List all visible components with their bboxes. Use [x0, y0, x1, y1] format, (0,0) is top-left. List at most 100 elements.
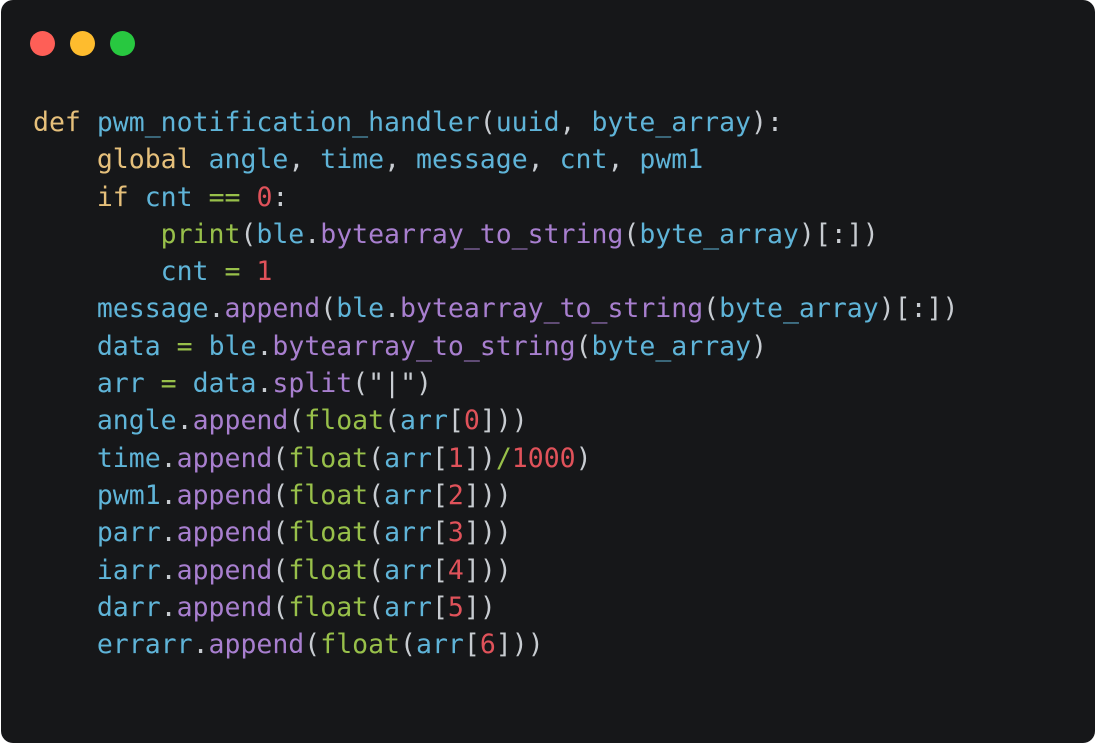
- code-token: float: [320, 629, 401, 661]
- code-line: message.append(ble.bytearray_to_string(b…: [33, 290, 959, 327]
- code-token: [: [431, 591, 448, 623]
- code-token: uuid: [495, 107, 560, 138]
- code-line: parr.append(float(arr[3])): [33, 514, 958, 551]
- close-button[interactable]: [30, 31, 55, 56]
- code-token: append: [208, 629, 305, 661]
- code-token: (: [288, 405, 305, 437]
- code-token: (: [272, 442, 289, 474]
- zoom-button[interactable]: [110, 31, 135, 56]
- code-token: cnt: [144, 181, 193, 213]
- code-line: arr = data.split("|"): [33, 365, 958, 402]
- code-token: )[:]): [878, 293, 959, 325]
- code-token: )[:]): [798, 218, 879, 250]
- code-line: errarr.append(float(arr[6])): [33, 626, 958, 663]
- code-token: parr: [96, 517, 161, 549]
- code-token: float: [288, 554, 369, 586]
- code-token: (: [272, 517, 289, 549]
- code-line: pwm1.append(float(arr[2])): [33, 477, 958, 514]
- code-token: (: [352, 368, 369, 400]
- code-token: (: [320, 293, 337, 325]
- code-token: arr: [384, 442, 432, 474]
- code-token: pwm1: [96, 479, 161, 511]
- code-token: append: [176, 479, 273, 511]
- code-token: arr: [400, 405, 448, 437]
- code-token: time: [96, 442, 161, 474]
- code-block: def pwm_notification_handler(uuid, byte_…: [33, 104, 958, 663]
- code-token: float: [288, 517, 369, 549]
- code-token: byte_array: [639, 218, 799, 250]
- code-token: (: [384, 405, 401, 437]
- code-line: def pwm_notification_handler(uuid, byte_…: [33, 104, 958, 141]
- code-token: float: [288, 479, 369, 511]
- code-token: pwm_notification_handler: [96, 107, 480, 138]
- code-token: .: [208, 293, 225, 325]
- code-token: byte_array: [719, 293, 879, 325]
- code-token: data: [192, 368, 257, 400]
- code-token: ]): [463, 442, 496, 474]
- code-token: 1: [447, 442, 464, 474]
- code-token: (: [368, 554, 385, 586]
- code-token: .: [160, 591, 177, 623]
- code-token: =: [224, 256, 241, 288]
- code-token: ,: [607, 144, 640, 176]
- code-window: def pwm_notification_handler(uuid, byte_…: [1, 0, 1095, 743]
- code-token: append: [224, 293, 321, 325]
- code-token: append: [176, 591, 273, 623]
- code-token: ): [416, 368, 432, 400]
- code-line: darr.append(float(arr[5]): [33, 589, 958, 626]
- code-line: data = ble.bytearray_to_string(byte_arra…: [33, 328, 958, 365]
- code-token: print: [160, 218, 241, 250]
- code-token: bytearray_to_string: [272, 330, 576, 362]
- code-token: (: [240, 218, 257, 250]
- code-token: "|": [368, 368, 417, 400]
- code-token: append: [192, 405, 289, 437]
- code-token: (: [368, 591, 385, 623]
- code-token: (: [623, 218, 640, 250]
- code-token: bytearray_to_string: [320, 218, 624, 250]
- code-token: [: [431, 442, 448, 474]
- code-token: ]): [463, 591, 496, 623]
- code-token: angle: [208, 144, 289, 176]
- code-token: append: [176, 442, 273, 474]
- code-line: iarr.append(float(arr[4])): [33, 552, 958, 589]
- code-token: .: [256, 368, 273, 400]
- code-token: (: [272, 554, 289, 586]
- code-token: 0: [463, 405, 480, 437]
- window-controls: [30, 31, 135, 56]
- code-token: [: [431, 479, 448, 511]
- code-token: float: [288, 591, 369, 623]
- code-token: iarr: [96, 554, 161, 586]
- code-token: .: [384, 293, 401, 325]
- minimize-button[interactable]: [70, 31, 95, 56]
- code-token: .: [160, 517, 177, 549]
- code-token: message: [415, 144, 528, 176]
- code-token: [: [463, 629, 480, 661]
- code-token: =: [160, 368, 177, 400]
- code-token: 1: [256, 256, 273, 288]
- code-token: angle: [96, 405, 177, 437]
- code-token: data: [96, 330, 161, 362]
- code-token: ble: [336, 293, 385, 325]
- code-token: .: [160, 442, 177, 474]
- code-token: (: [703, 293, 720, 325]
- code-line: cnt = 1: [33, 253, 958, 290]
- code-token: .: [176, 405, 193, 437]
- code-token: (: [479, 107, 496, 138]
- code-token: pwm1: [639, 144, 704, 176]
- code-token: ):: [751, 107, 783, 138]
- code-token: [: [447, 405, 464, 437]
